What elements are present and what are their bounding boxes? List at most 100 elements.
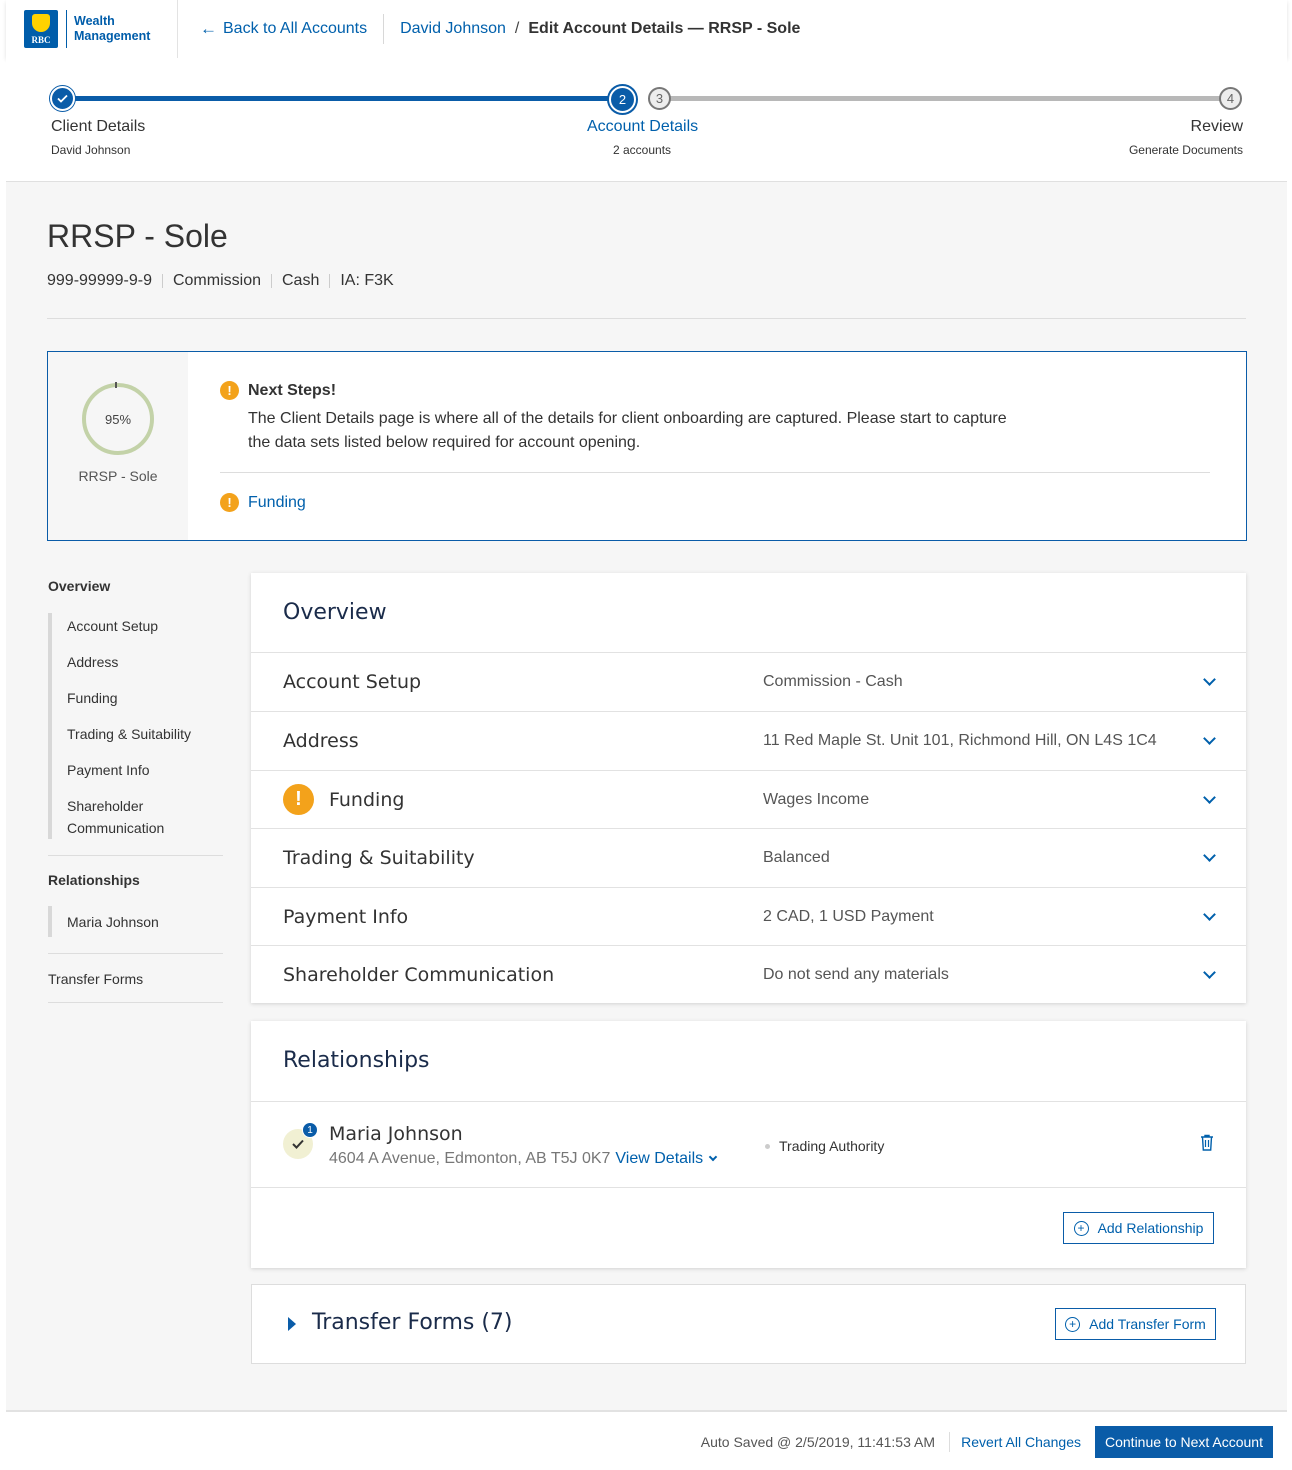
account-meta: 999-99999-9-9 Commission Cash IA: F3K xyxy=(47,272,394,290)
chevron-down-icon[interactable] xyxy=(1203,790,1216,804)
stepper-track-remaining xyxy=(666,96,1232,101)
side-nav-item-payment-info[interactable]: Payment Info xyxy=(67,759,223,781)
row-label: Trading & Suitability xyxy=(283,847,475,869)
app-header: RBC Wealth Management ← Back to All Acco… xyxy=(6,0,1287,58)
overview-card: Overview Account Setup Commission - Cash… xyxy=(251,573,1246,1003)
breadcrumb-client-link[interactable]: David Johnson xyxy=(400,20,506,38)
account-ia: IA: F3K xyxy=(340,272,394,289)
step-4-node[interactable]: 4 xyxy=(1219,87,1242,110)
page-title: RRSP - Sole xyxy=(47,218,228,254)
overview-row-trading-suitability[interactable]: Trading & Suitability Balanced xyxy=(251,828,1246,887)
relationship-row: 1 Maria Johnson 4604 A Avenue, Edmonton,… xyxy=(251,1101,1246,1188)
side-nav-relationships-group: Maria Johnson xyxy=(48,906,223,937)
completion-progress: 95% RRSP - Sole xyxy=(48,352,188,540)
side-nav-transfer-forms[interactable]: Transfer Forms xyxy=(48,968,223,990)
row-label: Shareholder Communication xyxy=(283,963,555,986)
plus-circle-icon: + xyxy=(1073,1220,1089,1236)
overview-row-payment-info[interactable]: Payment Info 2 CAD, 1 USD Payment xyxy=(251,887,1246,945)
step-3-node[interactable]: 3 xyxy=(648,87,671,110)
divider xyxy=(48,1002,223,1003)
overview-row-funding[interactable]: ! Funding Wages Income xyxy=(251,770,1246,828)
exclamation-circle-icon: ! xyxy=(220,381,239,400)
transfer-forms-title[interactable]: Transfer Forms (7) xyxy=(312,1310,513,1335)
overview-title: Overview xyxy=(283,600,387,625)
trash-icon[interactable] xyxy=(1200,1134,1214,1151)
step-1-label[interactable]: Client Details xyxy=(51,118,145,136)
transfer-forms-card[interactable]: Transfer Forms (7) + Add Transfer Form xyxy=(251,1284,1246,1364)
next-steps-header: ! Next Steps! xyxy=(220,381,336,400)
plus-circle-icon: + xyxy=(1065,1316,1081,1332)
overview-row-account-setup[interactable]: Account Setup Commission - Cash xyxy=(251,652,1246,711)
side-nav-item-account-setup[interactable]: Account Setup xyxy=(67,615,223,637)
side-nav-item-trading-suitability[interactable]: Trading & Suitability xyxy=(67,723,223,745)
exclamation-circle-icon: ! xyxy=(220,493,239,512)
row-value: 11 Red Maple St. Unit 101, Richmond Hill… xyxy=(763,732,1157,749)
chevron-down-icon xyxy=(708,1152,718,1162)
rbc-logo[interactable]: RBC Wealth Management xyxy=(6,0,178,58)
divider xyxy=(48,953,223,954)
relationship-address: 4604 A Avenue, Edmonton, AB T5J 0K7 View… xyxy=(329,1150,718,1168)
row-label: Account Setup xyxy=(283,671,422,693)
row-label: Address xyxy=(283,730,359,752)
row-label: Payment Info xyxy=(283,905,409,928)
next-steps-body: The Client Details page is where all of … xyxy=(248,410,1007,451)
side-nav-item-shareholder-communication[interactable]: Shareholder Communication xyxy=(67,795,177,839)
divider xyxy=(48,855,223,856)
side-nav-item-address[interactable]: Address xyxy=(67,651,223,673)
divider xyxy=(47,318,1246,319)
overview-row-shareholder-communication[interactable]: Shareholder Communication Do not send an… xyxy=(251,945,1246,1003)
relationship-name: Maria Johnson xyxy=(329,1123,463,1145)
chevron-down-icon[interactable] xyxy=(1203,849,1216,862)
chevron-down-icon[interactable] xyxy=(1203,907,1216,921)
chevron-down-icon[interactable] xyxy=(1203,732,1216,745)
back-to-all-accounts-link[interactable]: ← Back to All Accounts xyxy=(178,14,385,44)
step-4-label[interactable]: Review xyxy=(1191,118,1243,136)
caret-right-icon[interactable] xyxy=(288,1317,296,1331)
step-1-node[interactable] xyxy=(50,86,75,111)
logo-mark-text: RBC xyxy=(31,35,51,45)
logo-text: Wealth Management xyxy=(74,14,150,44)
rbc-lion-shield-icon: RBC xyxy=(24,10,58,48)
overview-row-address[interactable]: Address 11 Red Maple St. Unit 101, Richm… xyxy=(251,711,1246,770)
exclamation-circle-icon: ! xyxy=(283,784,314,815)
breadcrumb-current: Edit Account Details — RRSP - Sole xyxy=(528,20,801,37)
next-steps-panel: 95% RRSP - Sole ! Next Steps! The Client… xyxy=(47,351,1247,541)
stepper-track-complete xyxy=(66,96,626,101)
side-nav-item-funding[interactable]: Funding xyxy=(67,687,223,709)
row-value: Commission - Cash xyxy=(763,673,903,690)
row-value: Do not send any materials xyxy=(763,965,949,983)
back-link-label: Back to All Accounts xyxy=(223,20,368,37)
relationship-count-badge: 1 xyxy=(302,1122,318,1138)
relationship-role-text: Trading Authority xyxy=(779,1138,885,1154)
breadcrumb-separator: / xyxy=(514,20,520,37)
progress-account-label: RRSP - Sole xyxy=(78,468,158,484)
progress-stepper: 2 3 4 Client Details David Johnson Accou… xyxy=(6,58,1287,182)
chevron-down-icon[interactable] xyxy=(1203,965,1216,979)
next-step-funding-link[interactable]: Funding xyxy=(248,494,306,512)
step-2-label[interactable]: Account Details xyxy=(587,118,698,136)
next-step-item-funding[interactable]: ! Funding xyxy=(220,493,306,512)
check-icon xyxy=(57,94,68,103)
relationship-address-text: 4604 A Avenue, Edmonton, AB T5J 0K7 xyxy=(329,1150,611,1167)
revert-all-changes-link[interactable]: Revert All Changes xyxy=(961,1434,1081,1450)
logo-line-1: Wealth xyxy=(74,14,115,28)
relationship-role: Trading Authority xyxy=(765,1138,884,1154)
add-relationship-button[interactable]: + Add Relationship xyxy=(1063,1212,1214,1244)
divider xyxy=(220,472,1210,473)
row-value: Wages Income xyxy=(763,790,870,808)
chevron-down-icon[interactable] xyxy=(1203,673,1216,686)
autosave-status: Auto Saved @ 2/5/2019, 11:41:53 AM xyxy=(700,1434,935,1450)
step-2-sub: 2 accounts xyxy=(613,143,672,157)
check-icon xyxy=(292,1139,304,1149)
row-value: 2 CAD, 1 USD Payment xyxy=(763,907,934,925)
side-nav-item-maria-johnson[interactable]: Maria Johnson xyxy=(67,911,223,933)
step-2-node[interactable]: 2 xyxy=(609,86,636,113)
relationships-title: Relationships xyxy=(283,1048,430,1073)
row-value: Balanced xyxy=(763,849,830,866)
view-details-link[interactable]: View Details xyxy=(615,1150,718,1168)
breadcrumb: David Johnson / Edit Account Details — R… xyxy=(384,20,800,38)
continue-to-next-account-button[interactable]: Continue to Next Account xyxy=(1095,1426,1273,1458)
side-nav-overview-head[interactable]: Overview xyxy=(48,578,223,594)
add-transfer-form-button[interactable]: + Add Transfer Form xyxy=(1055,1308,1216,1340)
side-nav-relationships-head[interactable]: Relationships xyxy=(48,872,223,888)
